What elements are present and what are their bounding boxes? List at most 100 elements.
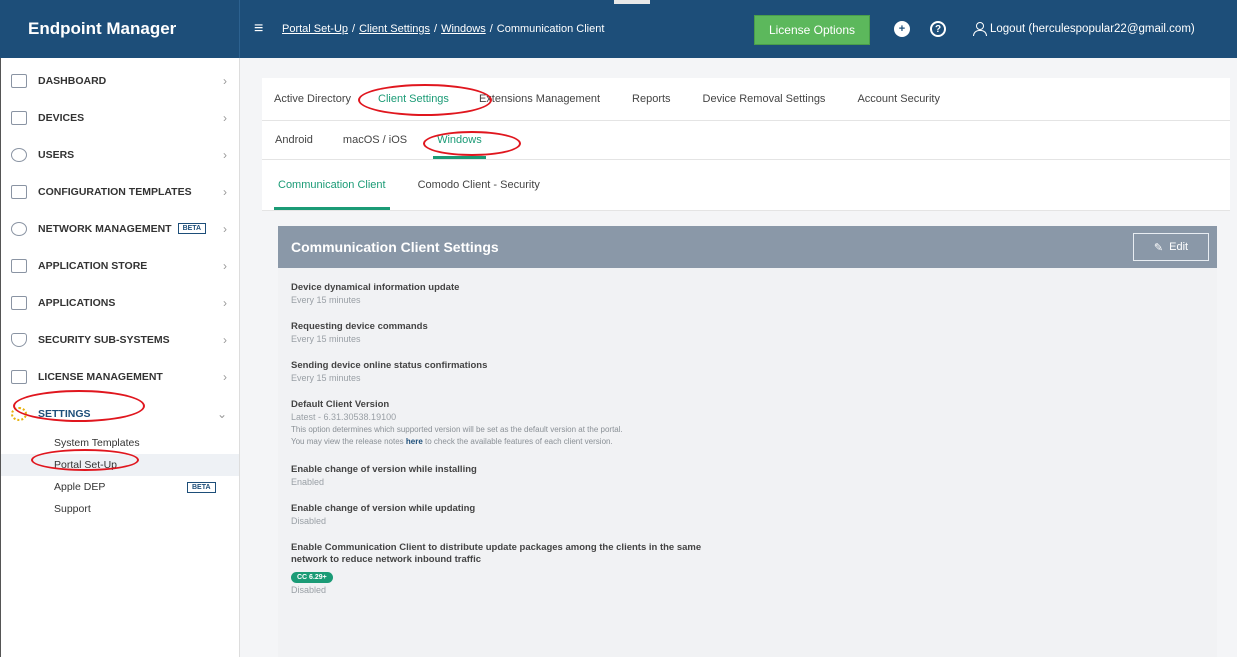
- license-icon: [11, 369, 27, 384]
- tab-android[interactable]: Android: [275, 121, 313, 159]
- tab-windows[interactable]: Windows: [433, 121, 486, 159]
- sidebar-subitem-label: System Templates: [54, 437, 140, 449]
- tab-device-removal-settings[interactable]: Device Removal Settings: [703, 78, 826, 120]
- tabs-level3: Communication Client Comodo Client - Sec…: [262, 160, 1230, 211]
- help-icon[interactable]: ?: [930, 21, 946, 37]
- top-notch: [614, 0, 650, 4]
- sidebar-item-settings[interactable]: SETTINGS ⌄: [1, 395, 239, 432]
- sidebar-item-license-management[interactable]: LICENSE MANAGEMENT ›: [1, 358, 239, 395]
- chevron-right-icon: ›: [223, 147, 227, 162]
- main-content: Active Directory Client Settings Extensi…: [262, 78, 1230, 657]
- license-options-button[interactable]: License Options: [754, 15, 870, 45]
- tab-communication-client[interactable]: Communication Client: [274, 160, 390, 210]
- setting-value: Every 15 minutes: [291, 295, 361, 305]
- sidebar-subitem-label: Support: [54, 503, 91, 515]
- setting-title: Requesting device commands: [291, 321, 428, 332]
- beta-badge: BETA: [187, 481, 216, 493]
- breadcrumb-current: Communication Client: [496, 23, 605, 35]
- logout-link[interactable]: Logout (herculespopular22@gmail.com): [973, 22, 1195, 36]
- sidebar-item-security-sub-systems[interactable]: SECURITY SUB-SYSTEMS ›: [1, 321, 239, 358]
- sidebar-subitem-apple-dep[interactable]: Apple DEP BETA: [1, 476, 239, 498]
- setting-value: Disabled: [291, 516, 327, 526]
- chevron-right-icon: ›: [223, 110, 227, 125]
- sidebar-subitem-support[interactable]: Support: [1, 498, 239, 520]
- setting-title: Enable change of version while installin…: [291, 464, 477, 475]
- sidebar-item-label: USERS: [38, 148, 75, 161]
- breadcrumb-separator: /: [352, 23, 356, 35]
- chevron-right-icon: ›: [223, 369, 227, 384]
- sidebar-item-label: SETTINGS: [38, 407, 91, 420]
- sidebar-subitem-system-templates[interactable]: System Templates: [1, 432, 239, 454]
- cc-version-badge: CC 6.29+: [291, 572, 333, 583]
- sidebar-item-label: DASHBOARD: [38, 74, 107, 87]
- devices-icon: [11, 110, 27, 125]
- hamburger-menu-icon[interactable]: ≡: [254, 20, 270, 38]
- setting-value: Enabled: [291, 477, 325, 487]
- tab-macos-ios[interactable]: macOS / iOS: [343, 121, 407, 159]
- logout-label: Logout (herculespopular22@gmail.com): [990, 22, 1195, 35]
- sidebar-item-configuration-templates[interactable]: CONFIGURATION TEMPLATES ›: [1, 173, 239, 210]
- tab-active-directory[interactable]: Active Directory: [274, 78, 360, 120]
- setting-value: Every 15 minutes: [291, 334, 361, 344]
- applications-icon: [11, 295, 27, 310]
- setting-version-change-updating: Enable change of version while updating …: [291, 503, 1217, 528]
- chevron-right-icon: ›: [223, 332, 227, 347]
- chevron-right-icon: ›: [223, 258, 227, 273]
- tab-extensions-management[interactable]: Extensions Management: [479, 78, 600, 120]
- setting-value: Disabled: [291, 585, 327, 595]
- breadcrumb-client-settings[interactable]: Client Settings: [359, 23, 430, 35]
- chevron-down-icon: ⌄: [216, 406, 227, 421]
- edit-label: Edit: [1169, 241, 1189, 253]
- user-icon: [11, 147, 27, 162]
- sidebar-item-devices[interactable]: DEVICES ›: [1, 99, 239, 136]
- setting-device-info-update: Device dynamical information update Ever…: [291, 282, 1217, 307]
- setting-title: Sending device online status confirmatio…: [291, 360, 488, 371]
- tabs-level2: Android macOS / iOS Windows: [262, 121, 1230, 160]
- pencil-icon: ✎: [1153, 241, 1164, 254]
- sidebar-subitem-portal-setup[interactable]: Portal Set-Up: [1, 454, 239, 476]
- sidebar-item-label: LICENSE MANAGEMENT: [38, 370, 163, 383]
- note-text: to check the available features of each …: [422, 437, 613, 446]
- sidebar-item-users[interactable]: USERS ›: [1, 136, 239, 173]
- chevron-right-icon: ›: [223, 295, 227, 310]
- breadcrumb-portal-setup[interactable]: Portal Set-Up: [282, 23, 348, 35]
- sidebar-item-network-management[interactable]: NETWORK MANAGEMENT BETA ›: [1, 210, 239, 247]
- setting-title: Default Client Version: [291, 399, 390, 410]
- panel-header: Communication Client Settings ✎ Edit: [278, 226, 1217, 268]
- gear-icon: [11, 406, 27, 421]
- setting-requesting-commands: Requesting device commands Every 15 minu…: [291, 321, 1217, 346]
- edit-button[interactable]: ✎ Edit: [1133, 233, 1209, 261]
- chevron-right-icon: ›: [223, 221, 227, 236]
- note-text: You may view the release notes: [291, 437, 406, 446]
- setting-value: Every 15 minutes: [291, 373, 361, 383]
- chevron-right-icon: ›: [223, 73, 227, 88]
- tab-reports[interactable]: Reports: [632, 78, 671, 120]
- sidebar-item-application-store[interactable]: APPLICATION STORE ›: [1, 247, 239, 284]
- panel-body: Device dynamical information update Ever…: [278, 268, 1217, 657]
- sidebar-item-label: APPLICATION STORE: [38, 259, 148, 272]
- tabs-level1: Active Directory Client Settings Extensi…: [262, 78, 1230, 121]
- app-brand[interactable]: Endpoint Manager: [0, 0, 240, 58]
- sidebar-item-label: CONFIGURATION TEMPLATES: [38, 185, 192, 198]
- tab-comodo-client-security[interactable]: Comodo Client - Security: [418, 160, 540, 210]
- setting-value: Latest - 6.31.30538.19100: [291, 412, 397, 422]
- dashboard-icon: [11, 73, 27, 88]
- setting-title: Enable Communication Client to distribut…: [291, 542, 702, 565]
- release-notes-link[interactable]: here: [406, 437, 423, 446]
- add-icon[interactable]: +: [894, 21, 910, 37]
- setting-online-status: Sending device online status confirmatio…: [291, 360, 1217, 385]
- sidebar-item-label: NETWORK MANAGEMENT: [38, 222, 172, 235]
- tab-client-settings[interactable]: Client Settings: [378, 78, 449, 120]
- chevron-right-icon: ›: [223, 184, 227, 199]
- tab-account-security[interactable]: Account Security: [857, 78, 940, 120]
- sidebar-item-label: DEVICES: [38, 111, 85, 124]
- setting-default-client-version: Default Client Version Latest - 6.31.305…: [291, 399, 1217, 448]
- sidebar-item-dashboard[interactable]: DASHBOARD ›: [1, 62, 239, 99]
- sidebar-item-label: APPLICATIONS: [38, 296, 116, 309]
- sidebar: DASHBOARD › DEVICES › USERS › CONFIGURAT…: [0, 58, 240, 657]
- breadcrumb-windows[interactable]: Windows: [441, 23, 486, 35]
- breadcrumb: Portal Set-Up / Client Settings / Window…: [282, 23, 604, 35]
- sidebar-subitem-label: Portal Set-Up: [54, 459, 118, 471]
- setting-note: This option determines which supported v…: [291, 425, 623, 434]
- sidebar-item-applications[interactable]: APPLICATIONS ›: [1, 284, 239, 321]
